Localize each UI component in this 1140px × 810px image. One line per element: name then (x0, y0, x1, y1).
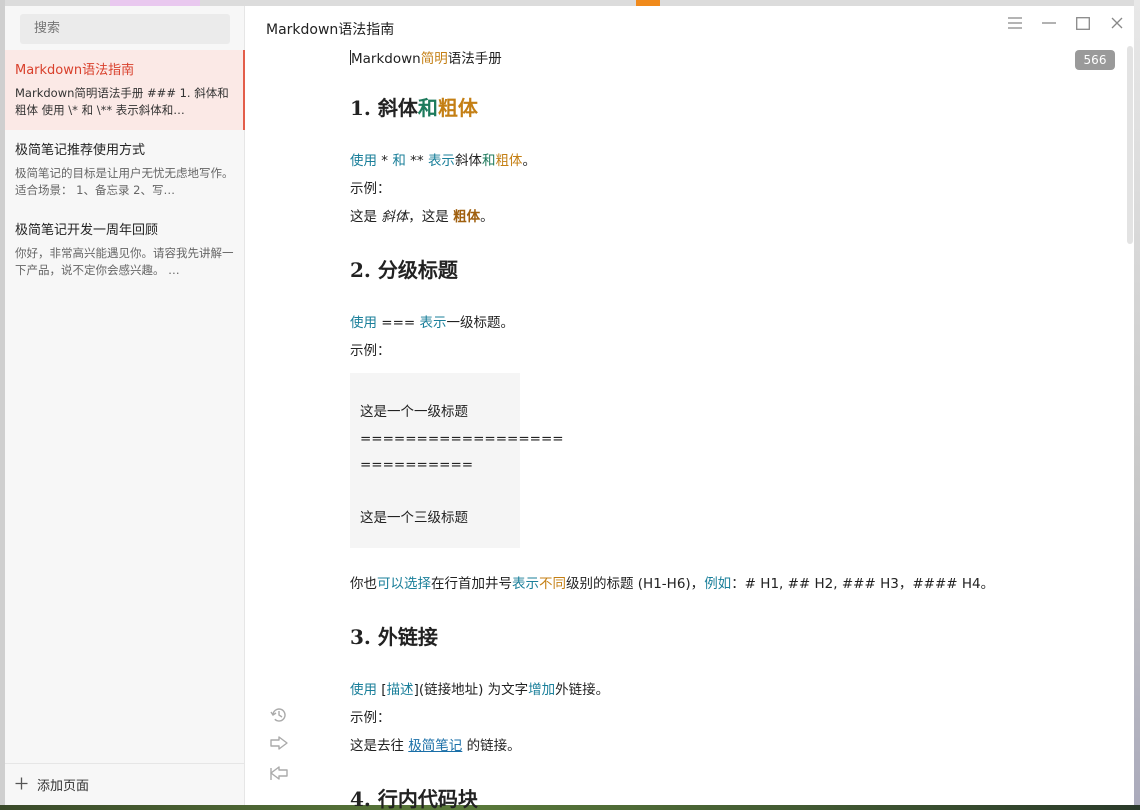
window-controls (998, 11, 1134, 35)
section-heading: 4. 行内代码块 (350, 787, 478, 810)
menu-button[interactable] (998, 11, 1032, 35)
close-button[interactable] (1100, 11, 1134, 35)
plus-icon (15, 775, 37, 795)
note-item-usage[interactable]: 极简笔记推荐使用方式 极简笔记的目标是让用户无忧无虑地写作。 适合场景： 1、备… (5, 130, 245, 210)
italic-text: 斜体 (381, 209, 409, 225)
maximize-button[interactable] (1066, 11, 1100, 35)
editor-pane: Markdown语法指南 566 Markdown简明语法手册 1. 斜体和粗体… (245, 6, 1134, 810)
minimize-button[interactable] (1032, 11, 1066, 35)
external-link[interactable]: 极简笔记 (408, 738, 462, 754)
section-heading: 2. 分级标题 (350, 258, 458, 282)
note-list: Markdown语法指南 Markdown简明语法手册 ### 1. 斜体和粗体… (5, 50, 245, 290)
sidebar: Markdown语法指南 Markdown简明语法手册 ### 1. 斜体和粗体… (5, 6, 245, 805)
paragraph: 这是 斜体，这是 粗体。 (350, 209, 494, 225)
code-line: 这是一个三级标题 (360, 510, 468, 526)
heading-text: 1. 斜体 (350, 96, 418, 120)
export-button[interactable] (267, 762, 291, 792)
example-label: 示例： (350, 343, 391, 359)
intro-highlight: 简明 (420, 51, 448, 67)
export-icon (269, 766, 289, 788)
minimize-icon (1042, 17, 1056, 29)
scrollbar[interactable] (1124, 46, 1134, 256)
paragraph: 使用 * 和 ** 表示斜体和粗体。 (350, 153, 536, 169)
app-window: Markdown语法指南 Markdown简明语法手册 ### 1. 斜体和粗体… (5, 6, 1134, 810)
document-title: Markdown语法指南 (266, 22, 395, 38)
add-page-label: 添加页面 (37, 779, 90, 794)
close-icon (1111, 17, 1123, 29)
section-heading: 1. 斜体和粗体 (350, 95, 1050, 121)
desktop-right-strip (1134, 0, 1140, 810)
bold-text: 粗体 (453, 209, 481, 225)
code-line: 这是一个一级标题 (360, 404, 468, 420)
side-toolbar (267, 702, 291, 792)
word-count-badge: 566 (1075, 50, 1115, 70)
intro-text: Markdown (351, 51, 421, 67)
example-label: 示例： (350, 181, 391, 197)
note-item-markdown-guide[interactable]: Markdown语法指南 Markdown简明语法手册 ### 1. 斜体和粗体… (5, 50, 245, 130)
note-snippet: 极简笔记的目标是让用户无忧无虑地写作。 适合场景： 1、备忘录 2、写… (15, 166, 234, 197)
add-page-button[interactable]: 添加页面 (5, 763, 245, 805)
code-line: ========== (360, 457, 474, 473)
note-title: Markdown语法指南 (15, 63, 135, 78)
share-button[interactable] (267, 732, 291, 762)
paragraph: 使用 [描述](链接地址) 为文字增加外链接。 (350, 682, 610, 698)
paragraph: 使用 === 表示一级标题。 (350, 315, 515, 331)
note-item-anniversary[interactable]: 极简笔记开发一周年回顾 你好，非常高兴能遇见你。请容我先讲解一下产品，说不定你会… (5, 210, 245, 290)
history-icon (269, 705, 289, 729)
note-snippet: Markdown简明语法手册 ### 1. 斜体和粗体 使用 \* 和 \** … (15, 86, 229, 117)
share-icon (269, 736, 289, 758)
history-button[interactable] (267, 702, 291, 732)
section-heading: 3. 外链接 (350, 625, 438, 649)
intro-line: Markdown简明语法手册 (350, 49, 1050, 69)
document-body[interactable]: Markdown简明语法手册 1. 斜体和粗体 使用 * 和 ** 表示斜体和粗… (350, 49, 1050, 810)
note-snippet: 你好，非常高兴能遇见你。请容我先讲解一下产品，说不定你会感兴趣。 … (15, 246, 234, 277)
paragraph: 这是去往 极简笔记 的链接。 (350, 738, 521, 754)
search-input[interactable] (20, 14, 230, 44)
heading-highlight: 和 (417, 96, 438, 120)
heading-highlight: 粗体 (437, 96, 478, 120)
scrollbar-thumb[interactable] (1127, 46, 1133, 244)
code-line: ================== (360, 430, 564, 447)
note-title: 极简笔记开发一周年回顾 (15, 223, 159, 238)
maximize-icon (1076, 16, 1090, 30)
code-block: 这是一个一级标题 ================== ========== 这… (350, 373, 564, 548)
menu-icon (1008, 17, 1022, 29)
note-title: 极简笔记推荐使用方式 (15, 143, 146, 158)
example-label: 示例： (350, 710, 391, 726)
intro-text-end: 语法手册 (447, 51, 502, 67)
paragraph: 你也可以选择在行首加井号表示不同级别的标题 (H1-H6)，例如：# H1, #… (350, 576, 995, 592)
